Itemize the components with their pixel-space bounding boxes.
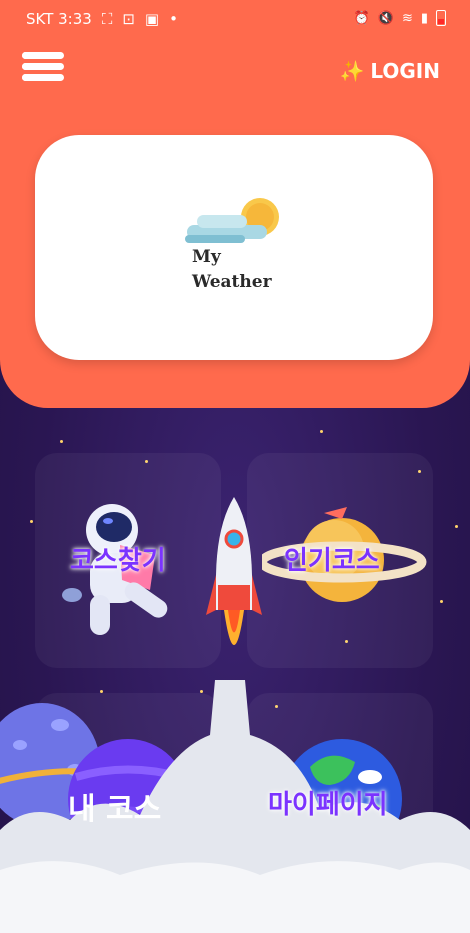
login-button[interactable]: ✨ LOGIN [339,59,440,83]
scan-icon: ⊡ [122,10,135,28]
dot-icon: • [169,10,178,28]
star [60,440,63,443]
mute-icon: 🔇 [377,10,394,26]
popular-course-label[interactable]: 인기코스 [284,540,380,577]
my-page-label[interactable]: 마이페이지 [268,784,388,821]
screenshot-icon: ⛶ [101,10,113,28]
login-label: LOGIN [370,59,440,83]
star [440,600,443,603]
rocket-icon [206,497,262,645]
weather-card[interactable]: My Weather [35,135,433,360]
weather-title-line1: My [192,247,221,267]
star [455,525,458,528]
status-bar: SKT 3:33 ⛶ ⊡ ▣ • ⏰ 🔇 ≋ ▮ [0,0,470,38]
battery-icon [436,10,446,26]
my-course-label[interactable]: 내 코스 [68,784,161,828]
star [30,520,33,523]
star [320,430,323,433]
find-course-label[interactable]: 코스찾기 [70,540,166,577]
menu-icon[interactable] [22,52,64,82]
carrier-time: SKT 3:33 [26,10,92,28]
alarm-icon: ⏰ [353,10,370,26]
wifi-icon: ≋ [401,10,413,26]
weather-cloud-sun-icon [185,198,279,243]
header-panel: SKT 3:33 ⛶ ⊡ ▣ • ⏰ 🔇 ≋ ▮ ✨ LOGIN My Weat… [0,0,470,408]
sparkle-icon: ✨ [339,59,365,83]
weather-title-line2: Weather [192,272,272,292]
signal-icon: ▮ [420,10,428,26]
image-icon: ▣ [144,10,160,28]
